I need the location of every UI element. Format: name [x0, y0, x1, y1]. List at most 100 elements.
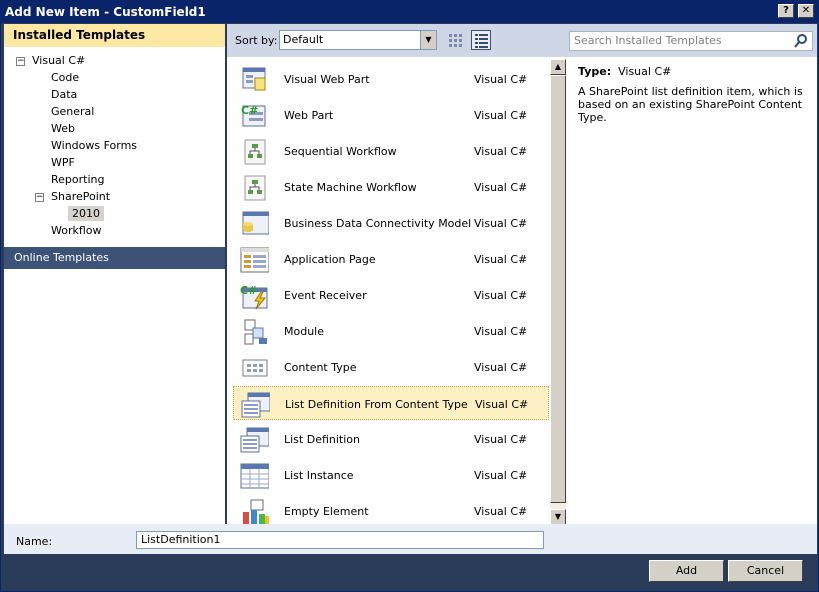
svg-text:C#: C# [241, 104, 258, 117]
svg-text:C#: C# [240, 284, 257, 297]
template-language: Visual C# [474, 73, 528, 86]
template-language: Visual C# [474, 361, 528, 374]
add-button[interactable]: Add [649, 560, 724, 582]
template-row[interactable]: Application Page Visual C# [233, 242, 549, 276]
template-description: A SharePoint list definition item, which… [578, 85, 803, 124]
sort-by-value: Default [283, 33, 324, 46]
template-name: List Instance [284, 469, 354, 482]
type-label: Type: [578, 65, 612, 78]
template-row[interactable]: Module Visual C# [233, 314, 549, 348]
name-bar: Name: ListDefinition1 [4, 524, 817, 554]
module-icon [244, 319, 267, 345]
tree-item-2010[interactable]: 2010 [68, 206, 104, 221]
template-row[interactable]: List Instance Visual C# [233, 458, 549, 492]
template-details: Type: Visual C# A SharePoint list defini… [578, 65, 810, 124]
title-bar: Add New Item - CustomField1 ? ✕ [1, 1, 818, 23]
tree-item-reporting[interactable]: Reporting [51, 173, 104, 186]
template-row[interactable]: C# Event Receiver Visual C# [233, 278, 549, 312]
details-view-button[interactable] [471, 30, 491, 50]
online-templates-header[interactable]: Online Templates [4, 247, 225, 269]
template-row[interactable]: Empty Element Visual C# [233, 494, 549, 528]
template-name: State Machine Workflow [284, 181, 417, 194]
small-icons-view-button[interactable] [445, 30, 465, 50]
templates-scrollbar[interactable]: ▲ ▼ [550, 59, 566, 525]
search-placeholder: Search Installed Templates [574, 34, 722, 47]
help-button[interactable]: ? [778, 4, 794, 18]
sort-by-select[interactable]: Default ▼ [279, 30, 437, 50]
sort-toolbar: Sort by: Default ▼ [227, 24, 567, 57]
list-view-icon [475, 34, 488, 48]
template-name: Application Page [284, 253, 376, 266]
tree-item-code[interactable]: Code [51, 71, 79, 84]
template-name: List Definition [284, 433, 360, 446]
event-receiver-icon: C# [240, 284, 268, 310]
workflow-icon [244, 175, 266, 201]
close-button[interactable]: ✕ [798, 4, 814, 18]
template-language: Visual C# [474, 217, 528, 230]
templates-tree-panel: Installed Templates − Visual C# Code Dat… [4, 24, 225, 524]
template-name: Empty Element [284, 505, 369, 518]
sort-by-label: Sort by: [235, 34, 278, 47]
template-language: Visual C# [474, 289, 528, 302]
tree-item-web[interactable]: Web [51, 122, 75, 135]
tree-item-workflow[interactable]: Workflow [51, 224, 102, 237]
list-instance-icon [240, 463, 269, 489]
collapse-icon[interactable]: − [35, 193, 44, 202]
template-row[interactable]: List Definition Visual C# [233, 422, 549, 456]
template-name: Visual Web Part [284, 73, 370, 86]
search-icon[interactable] [794, 34, 808, 48]
template-row[interactable]: C# Web Part Visual C# [233, 98, 549, 132]
template-name: Web Part [284, 109, 334, 122]
template-language: Visual C# [474, 505, 528, 518]
template-name: Content Type [284, 361, 357, 374]
template-name: Sequential Workflow [284, 145, 397, 158]
template-name: Business Data Connectivity Model [284, 217, 472, 230]
list-definition-icon [241, 392, 270, 418]
type-line: Type: Visual C# [578, 65, 810, 78]
cancel-button[interactable]: Cancel [728, 560, 803, 582]
bdc-model-icon [242, 211, 269, 235]
template-row[interactable]: Visual Web Part Visual C# [233, 62, 549, 96]
template-name: Module [284, 325, 324, 338]
template-row[interactable]: Content Type Visual C# [233, 350, 549, 384]
csharp-web-part-icon: C# [241, 104, 266, 127]
list-definition-icon [240, 427, 269, 453]
grid-view-icon [449, 34, 462, 47]
name-label: Name: [16, 535, 53, 548]
search-toolbar: Search Installed Templates [567, 24, 817, 57]
tree-item-data[interactable]: Data [51, 88, 77, 101]
template-row[interactable]: Sequential Workflow Visual C# [233, 134, 549, 168]
tree-item-visual-csharp[interactable]: Visual C# [32, 54, 85, 67]
search-input[interactable]: Search Installed Templates [569, 31, 813, 51]
button-bar: Add Cancel [4, 554, 817, 591]
collapse-icon[interactable]: − [16, 57, 25, 66]
template-row-selected[interactable]: List Definition From Content Type Visual… [233, 386, 549, 420]
scrollbar-thumb[interactable] [550, 75, 566, 503]
chevron-down-icon[interactable]: ▼ [420, 31, 436, 49]
window-title: Add New Item - CustomField1 [5, 5, 206, 19]
template-language: Visual C# [474, 181, 528, 194]
scroll-up-icon[interactable]: ▲ [550, 59, 566, 75]
workflow-icon [244, 139, 266, 165]
tree-item-wpf[interactable]: WPF [51, 156, 75, 169]
template-language: Visual C# [474, 109, 528, 122]
template-row[interactable]: State Machine Workflow Visual C# [233, 170, 549, 204]
name-input[interactable]: ListDefinition1 [136, 531, 544, 549]
template-language: Visual C# [474, 433, 528, 446]
template-row[interactable]: Business Data Connectivity Model Visual … [233, 206, 549, 240]
template-language: Visual C# [475, 398, 529, 411]
template-language: Visual C# [474, 253, 528, 266]
template-name: List Definition From Content Type [285, 398, 468, 411]
tree-item-windows-forms[interactable]: Windows Forms [51, 139, 137, 152]
content-type-icon [242, 359, 268, 377]
template-language: Visual C# [474, 469, 528, 482]
tree-item-sharepoint[interactable]: SharePoint [51, 190, 110, 203]
installed-templates-header[interactable]: Installed Templates [4, 24, 225, 47]
web-part-icon [242, 67, 266, 91]
empty-element-icon [243, 499, 269, 524]
type-value: Visual C# [618, 65, 672, 78]
template-language: Visual C# [474, 145, 528, 158]
tree-item-general[interactable]: General [51, 105, 94, 118]
add-new-item-dialog: Add New Item - CustomField1 ? ✕ Installe… [0, 0, 819, 592]
scroll-down-icon[interactable]: ▼ [550, 509, 566, 525]
